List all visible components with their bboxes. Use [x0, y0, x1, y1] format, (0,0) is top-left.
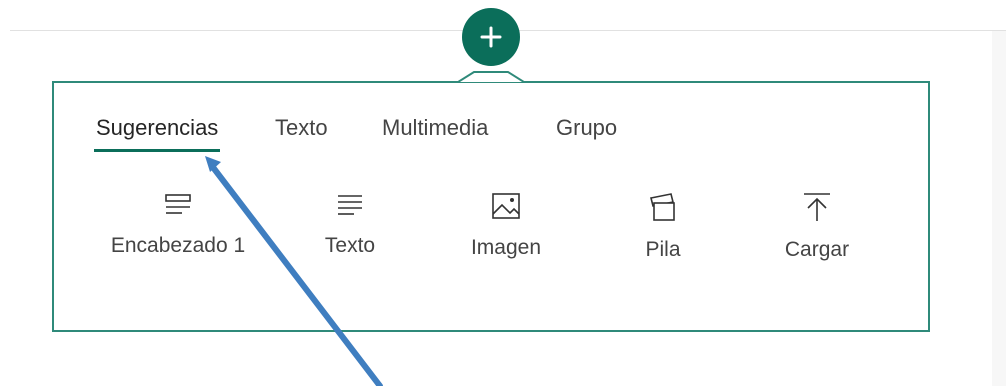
item-label: Encabezado 1: [110, 234, 246, 257]
plus-icon: [480, 26, 502, 48]
tab-label: Sugerencias: [96, 115, 219, 140]
image-icon: [492, 193, 520, 219]
tab-label: Multimedia: [382, 115, 489, 140]
tab-label: Texto: [275, 115, 328, 140]
tab-grupo[interactable]: Grupo: [556, 107, 617, 149]
item-label: Texto: [324, 234, 376, 257]
upload-icon: [804, 193, 830, 221]
text-icon: [338, 195, 362, 215]
item-label: Cargar: [784, 238, 850, 261]
tab-texto[interactable]: Texto: [275, 107, 328, 149]
tab-selected-underline: [94, 149, 221, 152]
item-label: Imagen: [470, 236, 542, 259]
add-section-button[interactable]: [462, 8, 520, 66]
tab-multimedia[interactable]: Multimedia: [382, 107, 488, 149]
right-edge-strip: [992, 31, 1006, 386]
stack-icon: [650, 193, 675, 221]
heading-icon: [165, 194, 191, 214]
tab-sugerencias[interactable]: Sugerencias: [94, 107, 221, 152]
insert-heading-1[interactable]: Encabezado 1: [98, 192, 258, 258]
insert-image[interactable]: Imagen: [456, 192, 556, 260]
item-label: Pila: [645, 238, 681, 261]
insert-upload[interactable]: Cargar: [772, 192, 862, 262]
tab-label: Grupo: [556, 115, 618, 140]
insert-stack[interactable]: Pila: [628, 192, 698, 262]
insert-text[interactable]: Texto: [310, 192, 390, 258]
